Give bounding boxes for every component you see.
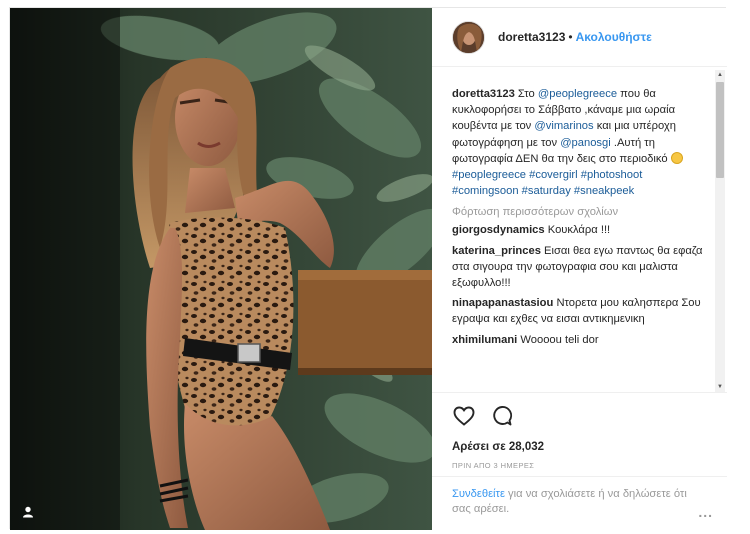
- caption-text: Στο: [514, 88, 538, 100]
- login-prompt: Συνδεθείτε για να σχολιάσετε ή να δηλώσε…: [432, 476, 727, 530]
- comment-text: Woooou teli dor: [520, 333, 599, 346]
- avatar[interactable]: [452, 20, 485, 54]
- header-separator: •: [568, 30, 573, 44]
- hashtag-link[interactable]: #peoplegreece: [452, 169, 526, 181]
- photo-image: [10, 8, 432, 530]
- more-options-button[interactable]: ...: [698, 505, 713, 519]
- hashtag-link[interactable]: #sneakpeek: [574, 185, 634, 197]
- post-header: doretta3123 • Ακολουθήστε: [432, 8, 727, 67]
- comment-bubble-icon[interactable]: [490, 404, 514, 428]
- header-username[interactable]: doretta3123: [498, 30, 565, 44]
- heart-icon[interactable]: [452, 404, 476, 428]
- login-link[interactable]: Συνδεθείτε: [452, 488, 505, 500]
- hashtag-link[interactable]: #saturday: [522, 185, 571, 197]
- hashtag-link[interactable]: #covergirl: [529, 169, 578, 181]
- post-photo[interactable]: [10, 8, 432, 530]
- comments-scrollbar[interactable]: ▲ ▼: [715, 70, 725, 392]
- caption: doretta3123 Στο @peoplegreece που θα κυκ…: [452, 86, 711, 199]
- mention-link[interactable]: @peoplegreece: [538, 88, 617, 100]
- comment-username[interactable]: katerina_princes: [452, 245, 541, 257]
- load-more-comments-link[interactable]: Φόρτωση περισσότερων σχολίων: [452, 206, 711, 218]
- scroll-down-icon[interactable]: ▼: [715, 382, 725, 392]
- scroll-up-icon[interactable]: ▲: [715, 70, 725, 80]
- comment-username[interactable]: giorgosdynamics: [452, 224, 545, 236]
- mention-link[interactable]: @vimarinos: [534, 120, 593, 132]
- comment-username[interactable]: xhimilumani: [452, 334, 517, 346]
- comments-list[interactable]: doretta3123 Στο @peoplegreece που θα κυκ…: [432, 68, 727, 390]
- scroll-thumb[interactable]: [716, 82, 724, 178]
- follow-button[interactable]: Ακολουθήστε: [576, 30, 652, 44]
- list-item: ninapapanastasiou Ντορετα μου καλησπερα …: [452, 295, 711, 327]
- list-item: xhimilumani Woooou teli dor: [452, 332, 711, 348]
- mention-link[interactable]: @panosgi: [560, 137, 611, 149]
- comment-text: Κουκλάρα !!!: [547, 224, 611, 237]
- comment-username[interactable]: ninapapanastasiou: [452, 297, 553, 309]
- hashtag-link[interactable]: #comingsoon: [452, 185, 519, 197]
- post-timestamp: ΠΡΙΝ ΑΠΟ 3 ΗΜΕΡΕΣ: [452, 461, 535, 470]
- list-item: katerina_princes Εισαι θεα εγω παντως θα…: [452, 243, 711, 292]
- instagram-post: doretta3123 • Ακολουθήστε doretta3123 Στο …: [9, 7, 727, 530]
- likes-count[interactable]: Αρέσει σε 28,032: [452, 441, 707, 453]
- tagged-user-icon[interactable]: [22, 506, 34, 518]
- post-side-panel: doretta3123 • Ακολουθήστε doretta3123 Στο …: [432, 8, 727, 530]
- hashtag-link[interactable]: #photoshoot: [581, 169, 643, 181]
- smiley-emoji-icon: [670, 151, 683, 164]
- list-item: giorgosdynamics Κουκλάρα !!!: [452, 222, 711, 238]
- caption-username[interactable]: doretta3123: [452, 88, 515, 100]
